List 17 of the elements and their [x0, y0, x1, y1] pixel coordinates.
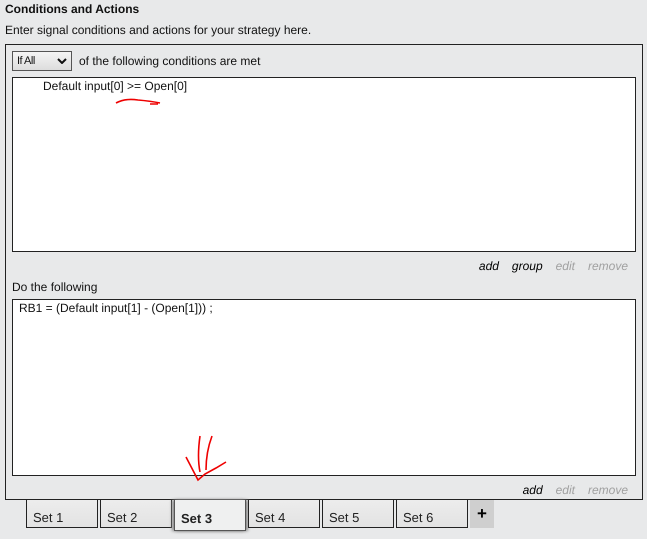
condition-mode-caption: of the following conditions are met: [79, 54, 260, 68]
set-tab[interactable]: Set 1: [26, 500, 98, 528]
section-description: Enter signal conditions and actions for your strategy here.: [5, 23, 312, 37]
actions-caption: Do the following: [12, 280, 98, 294]
condition-item[interactable]: Default input[0] >= Open[0]: [19, 79, 629, 93]
action-link[interactable]: add: [478, 259, 499, 273]
set-tab[interactable]: Set 3: [174, 500, 246, 531]
action-link[interactable]: group: [512, 259, 543, 273]
set-tab[interactable]: Set 4: [248, 500, 320, 528]
action-link[interactable]: add: [522, 483, 543, 497]
add-tab-button[interactable]: +: [470, 500, 494, 528]
set-tab[interactable]: Set 2: [100, 500, 172, 528]
condition-mode-dropdown[interactable]: If All: [12, 50, 72, 70]
set-tab[interactable]: Set 5: [322, 500, 394, 528]
section-title: Conditions and Actions: [5, 2, 140, 16]
action-item[interactable]: RB1 = (Default input[1] - (Open[1])) ;: [19, 301, 629, 315]
set-tab[interactable]: Set 6: [396, 500, 468, 528]
